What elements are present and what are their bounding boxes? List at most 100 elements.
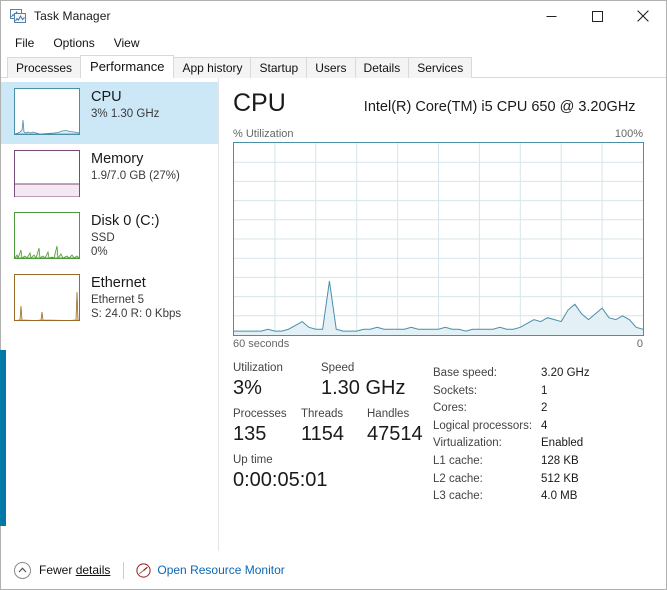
title-bar: Task Manager xyxy=(1,1,666,31)
window-title: Task Manager xyxy=(34,9,111,23)
stat-row-processes-threads-handles: Processes 135 Threads 1154 Handles 47514 xyxy=(233,407,433,447)
sidebar-item-disk[interactable]: Disk 0 (C:) SSD 0% xyxy=(1,206,218,268)
stat-threads: Threads 1154 xyxy=(301,407,367,447)
sidebar-item-memory[interactable]: Memory 1.9/7.0 GB (27%) xyxy=(1,144,218,206)
spec-key: L1 cache: xyxy=(433,454,483,467)
stat-processes: Processes 135 xyxy=(233,407,301,447)
fewer-details-label: Fewer details xyxy=(39,563,111,577)
status-bar: Fewer details Open Resource Monitor xyxy=(1,551,666,589)
cpu-header: CPU Intel(R) Core(TM) i5 CPU 650 @ 3.20G… xyxy=(233,88,644,128)
handles-value: 47514 xyxy=(367,423,423,445)
cpu-model-name: Intel(R) Core(TM) i5 CPU 650 @ 3.20GHz xyxy=(363,99,636,115)
sidebar-disk-title: Disk 0 (C:) xyxy=(91,213,160,229)
spec-row: Base speed: 3.20 GHz xyxy=(433,365,644,383)
sidebar-cpu-sub: 3% 1.30 GHz xyxy=(91,108,160,120)
cpu-stats: Utilization 3% Speed 1.30 GHz Processes … xyxy=(233,361,644,506)
graph-x-label: 60 seconds xyxy=(233,338,290,350)
speed-value: 1.30 GHz xyxy=(321,377,406,399)
resource-sidebar: CPU 3% 1.30 GHz Memory 1.9/7.0 GB (27%) xyxy=(0,78,219,551)
stat-row-utilization-speed: Utilization 3% Speed 1.30 GHz xyxy=(233,361,433,401)
spec-row: Cores: 2 xyxy=(433,400,644,418)
uptime-label: Up time xyxy=(233,454,273,466)
tab-details[interactable]: Details xyxy=(354,57,410,78)
spec-value: 512 KB xyxy=(541,472,579,485)
sidebar-disk-sub1: SSD xyxy=(91,232,115,244)
task-manager-icon xyxy=(10,8,26,24)
stat-handles: Handles 47514 xyxy=(367,407,423,447)
cpu-specs: Base speed: 3.20 GHz Sockets: 1 Cores: 2… xyxy=(433,361,644,506)
ethernet-info: Ethernet Ethernet 5 S: 24.0 R: 0 Kbps xyxy=(91,274,181,321)
uptime-value: 0:00:05:01 xyxy=(233,469,328,491)
sidebar-ethernet-sub2: S: 24.0 R: 0 Kbps xyxy=(91,308,182,320)
close-button[interactable] xyxy=(620,1,666,31)
spec-row: L1 cache: 128 KB xyxy=(433,453,644,471)
processes-label: Processes xyxy=(233,408,287,420)
spec-key: Sockets: xyxy=(433,384,478,397)
spec-row: Sockets: 1 xyxy=(433,383,644,401)
spec-key: Virtualization: xyxy=(433,437,502,450)
spec-key: L2 cache: xyxy=(433,472,483,485)
sidebar-cpu-title: CPU xyxy=(91,89,122,105)
cpu-detail-pane: CPU Intel(R) Core(TM) i5 CPU 650 @ 3.20G… xyxy=(219,78,666,551)
sidebar-disk-sub2: 0% xyxy=(91,246,108,258)
fewer-details-button[interactable]: Fewer details xyxy=(14,561,111,579)
cpu-live-stats: Utilization 3% Speed 1.30 GHz Processes … xyxy=(233,361,433,506)
spec-value: 4 xyxy=(541,419,548,432)
minimize-button[interactable] xyxy=(528,1,574,31)
utilization-label: Utilization xyxy=(233,362,283,374)
threads-label: Threads xyxy=(301,408,344,420)
spec-key: L3 cache: xyxy=(433,490,483,503)
disk-info: Disk 0 (C:) SSD 0% xyxy=(91,212,159,259)
open-resource-monitor-label: Open Resource Monitor xyxy=(157,563,285,577)
speed-label: Speed xyxy=(321,362,355,374)
sidebar-ethernet-title: Ethernet xyxy=(91,275,146,291)
disk-thumbnail-graph xyxy=(14,212,80,259)
fewer-details-accelerator: details xyxy=(75,563,111,577)
tab-services[interactable]: Services xyxy=(408,57,473,78)
cpu-thumbnail-graph xyxy=(14,88,80,135)
spec-key: Logical processors: xyxy=(433,419,533,432)
graph-top-axis: % Utilization 100% xyxy=(233,128,644,140)
stat-uptime: Up time 0:00:05:01 xyxy=(233,453,328,493)
cpu-utilization-graph[interactable] xyxy=(233,142,644,336)
cpu-info: CPU 3% 1.30 GHz xyxy=(91,88,159,121)
spec-row: Logical processors: 4 xyxy=(433,418,644,436)
sidebar-memory-sub: 1.9/7.0 GB (27%) xyxy=(91,170,180,182)
sidebar-item-cpu[interactable]: CPU 3% 1.30 GHz xyxy=(1,82,218,144)
graph-x-zero: 0 xyxy=(636,338,643,350)
window-accent-strip xyxy=(0,350,6,526)
menu-item-file[interactable]: File xyxy=(11,34,43,52)
spec-row: L3 cache: 4.0 MB xyxy=(433,488,644,506)
content-area: CPU 3% 1.30 GHz Memory 1.9/7.0 GB (27%) xyxy=(0,78,666,551)
spec-value: 4.0 MB xyxy=(541,490,578,503)
sidebar-memory-title: Memory xyxy=(91,151,144,167)
menu-item-view[interactable]: View xyxy=(110,34,149,52)
spec-row: Virtualization: Enabled xyxy=(433,435,644,453)
memory-thumbnail-graph xyxy=(14,150,80,197)
task-manager-window: Task Manager File Options View Processes… xyxy=(0,0,667,590)
tab-users[interactable]: Users xyxy=(306,57,356,78)
tab-processes[interactable]: Processes xyxy=(7,57,82,78)
chevron-up-circle-icon xyxy=(14,561,31,579)
memory-info: Memory 1.9/7.0 GB (27%) xyxy=(91,150,180,183)
tab-performance[interactable]: Performance xyxy=(80,55,175,78)
spec-value: 3.20 GHz xyxy=(541,367,590,379)
tab-startup[interactable]: Startup xyxy=(250,57,308,78)
tab-strip: Processes Performance App history Startu… xyxy=(1,55,666,78)
spec-value: 2 xyxy=(541,402,548,415)
cpu-chart-svg xyxy=(234,143,643,335)
spec-row: L2 cache: 512 KB xyxy=(433,471,644,489)
sidebar-item-ethernet[interactable]: Ethernet Ethernet 5 S: 24.0 R: 0 Kbps xyxy=(1,268,218,330)
tab-app-history[interactable]: App history xyxy=(173,57,252,78)
menu-bar: File Options View xyxy=(1,31,666,55)
maximize-button[interactable] xyxy=(574,1,620,31)
open-resource-monitor-link[interactable]: Open Resource Monitor xyxy=(136,562,285,578)
menu-item-options[interactable]: Options xyxy=(49,34,103,52)
stat-speed: Speed 1.30 GHz xyxy=(321,361,405,401)
resource-monitor-icon xyxy=(136,562,151,578)
stat-row-uptime: Up time 0:00:05:01 xyxy=(233,453,433,493)
spec-value: Enabled xyxy=(541,437,584,450)
processes-value: 135 xyxy=(233,423,267,445)
spec-value: 1 xyxy=(541,384,548,397)
page-title: CPU xyxy=(233,89,286,117)
